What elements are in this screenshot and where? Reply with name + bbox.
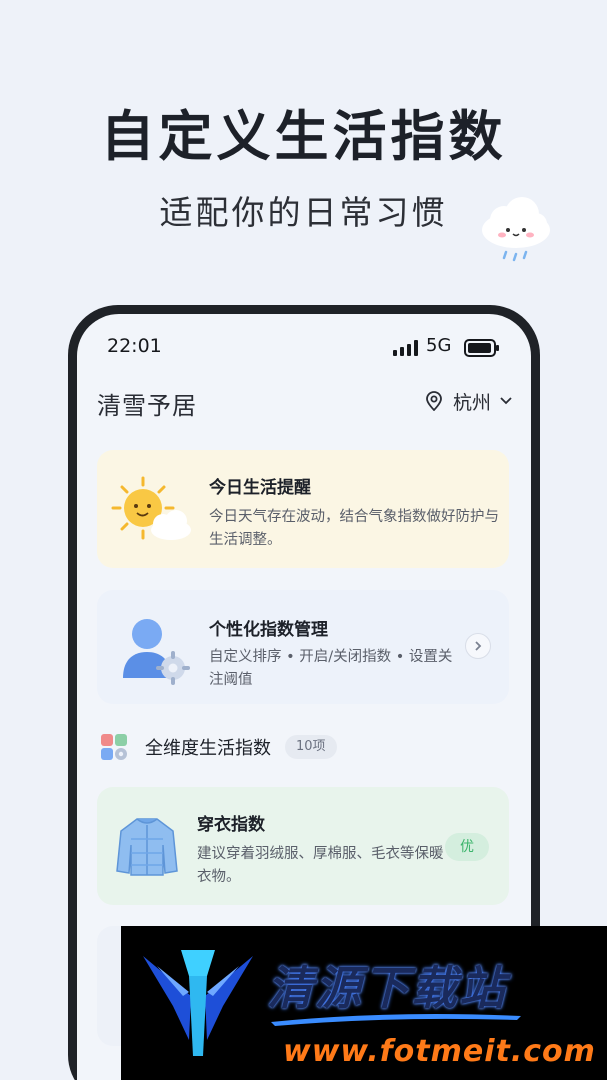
manage-open-button[interactable] <box>465 633 491 659</box>
clothing-index-card[interactable]: 穿衣指数 建议穿着羽绒服、厚棉服、毛衣等保暖衣物。 优 <box>97 787 509 905</box>
section-header: 全维度生活指数 10项 <box>99 732 337 762</box>
manage-title: 个性化指数管理 <box>209 620 328 640</box>
app-title: 清雪予居 <box>97 392 197 420</box>
location-pin-icon <box>426 391 442 411</box>
reminder-title: 今日生活提醒 <box>209 478 311 498</box>
location-label: 杭州 <box>452 391 491 414</box>
signal-icon <box>393 340 418 356</box>
rating-badge: 优 <box>445 833 489 861</box>
daily-reminder-card[interactable]: 今日生活提醒 今日天气存在波动，结合气象指数做好防护与生活调整。 <box>97 450 509 568</box>
watermark-url: www.fotmeit.com <box>283 1034 596 1069</box>
jacket-icon <box>116 818 178 876</box>
sun-cloud-icon <box>111 476 191 540</box>
battery-icon <box>464 339 499 357</box>
chevron-right-icon <box>475 641 482 651</box>
grid-icon <box>101 734 127 760</box>
reminder-description: 今日天气存在波动，结合气象指数做好防护与生活调整。 <box>209 509 499 548</box>
hero-title: 自定义生活指数 <box>100 105 507 168</box>
watermark-banner: 清源下载站 www.fotmeit.com <box>121 926 607 1080</box>
watermark-streak <box>271 1014 521 1026</box>
user-gear-icon <box>123 619 190 685</box>
manage-description: 自定义排序 • 开启/关闭指数 • 设置关注阈值 <box>209 649 453 688</box>
count-badge: 10项 <box>285 735 337 759</box>
section-title: 全维度生活指数 <box>145 738 271 759</box>
status-bar: 22:01 5G <box>77 332 531 362</box>
location-selector[interactable]: 杭州 <box>425 388 513 414</box>
clothing-description: 建议穿着羽绒服、厚棉服、毛衣等保暖衣物。 <box>197 846 444 885</box>
watermark-logo <box>143 950 253 1056</box>
network-label: 5G <box>426 335 452 356</box>
chevron-down-icon <box>500 397 512 405</box>
index-management-card[interactable]: 个性化指数管理 自定义排序 • 开启/关闭指数 • 设置关注阈值 <box>97 590 509 704</box>
clothing-title: 穿衣指数 <box>197 815 265 835</box>
status-time: 22:01 <box>107 335 162 357</box>
cloud-mascot-icon <box>482 197 550 262</box>
